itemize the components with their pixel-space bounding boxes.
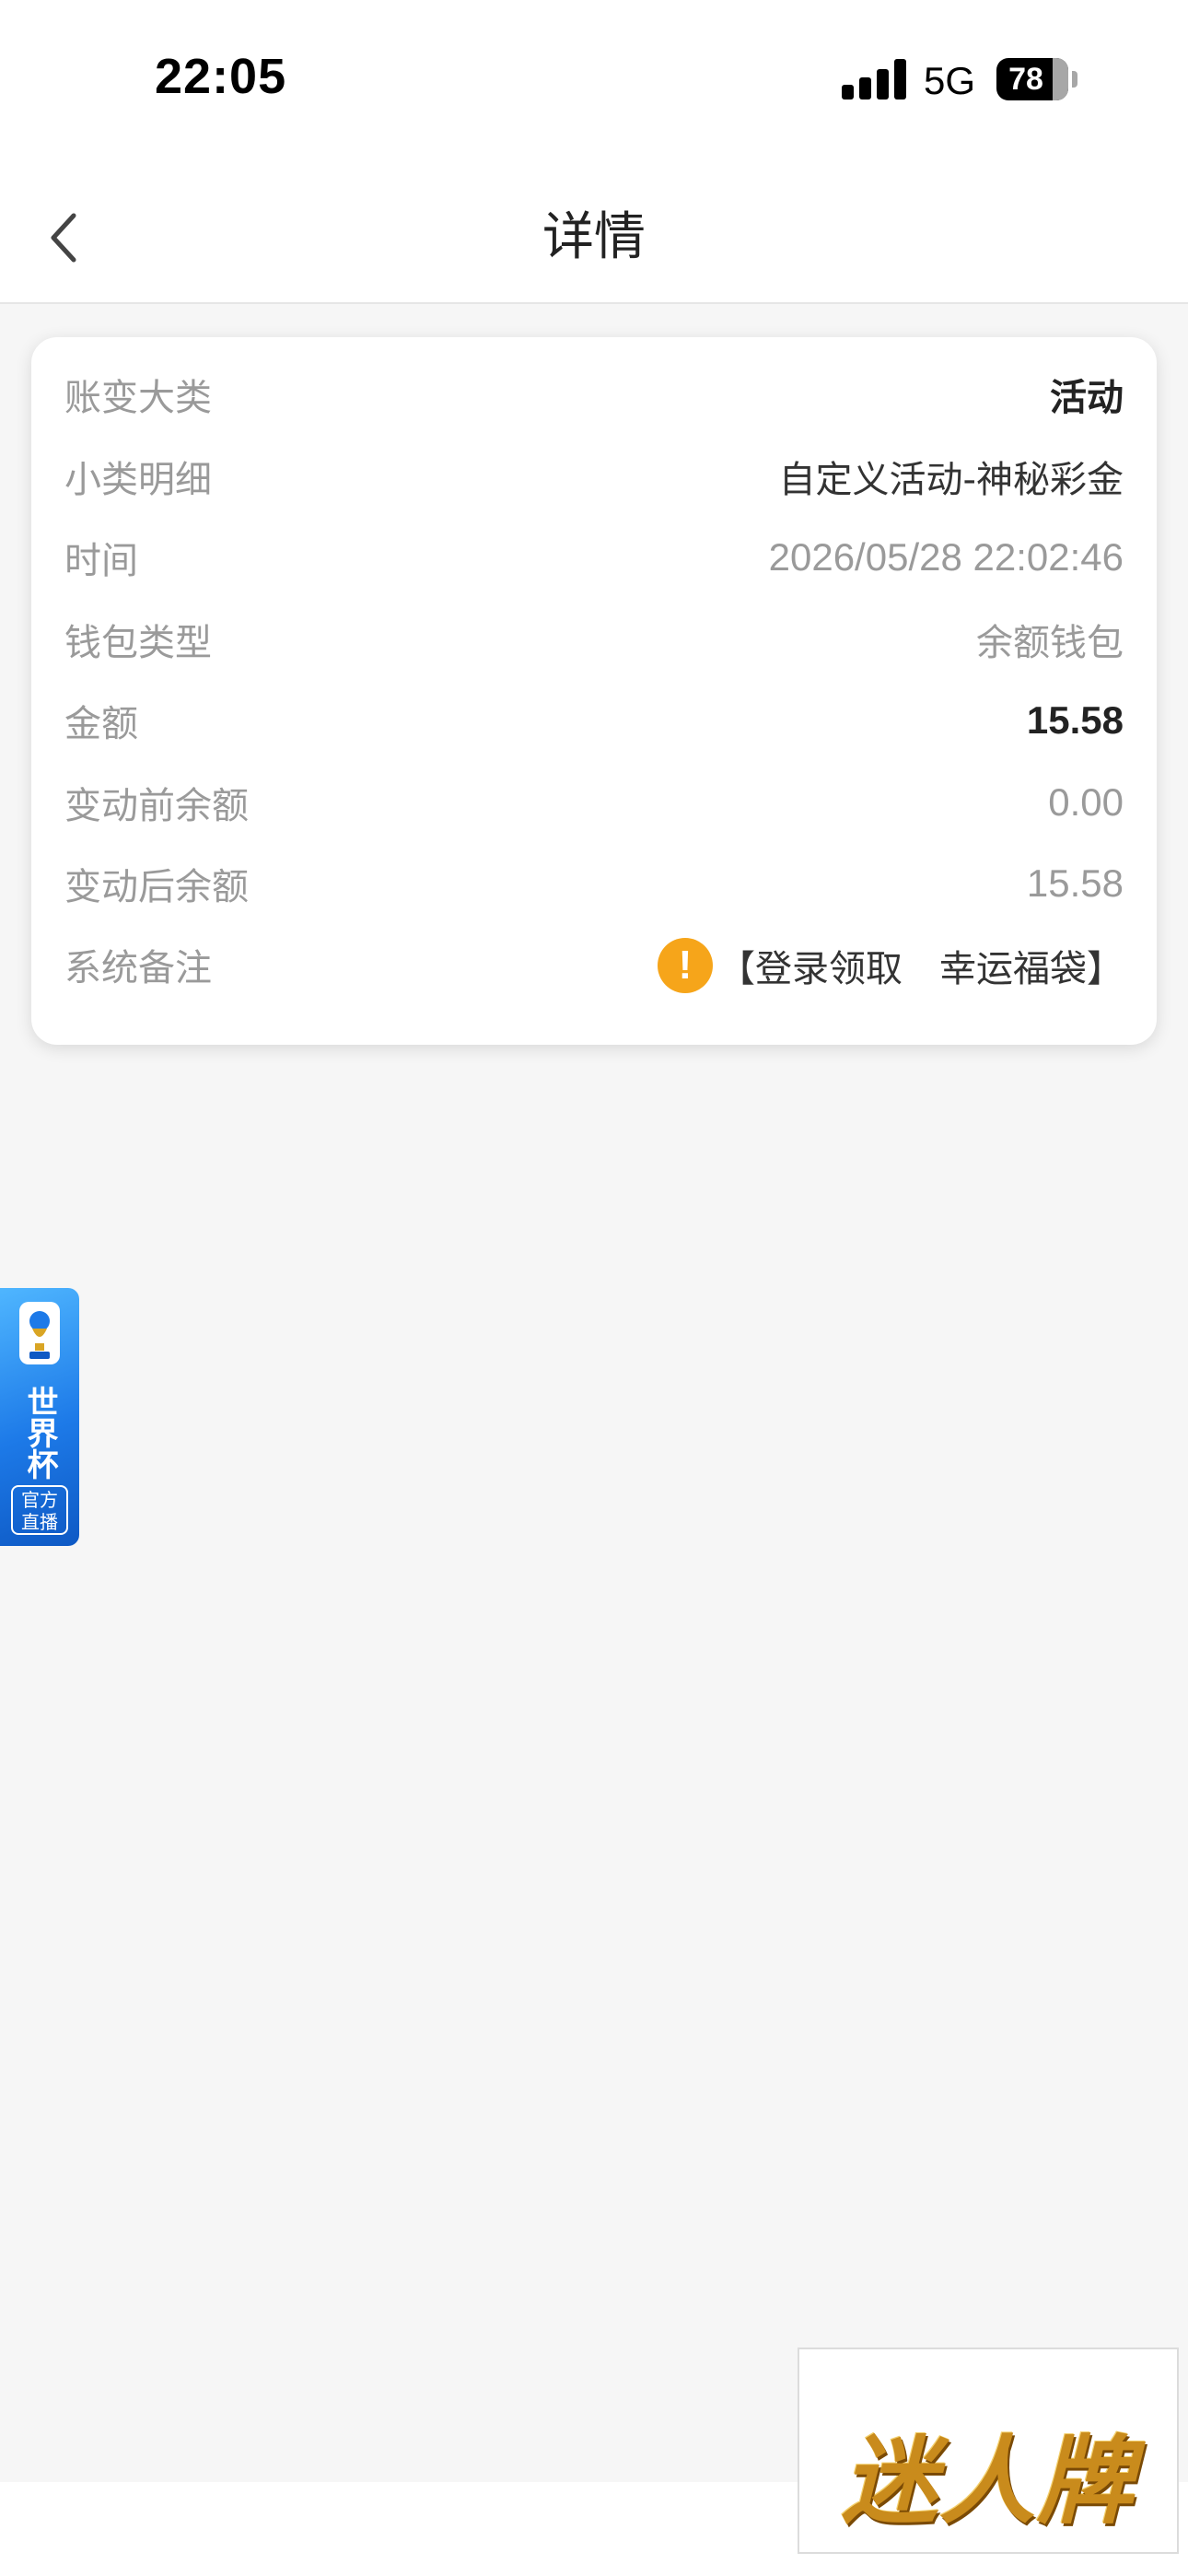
warning-icon[interactable]: !	[658, 938, 713, 993]
detail-row-wallet-type: 钱包类型 余额钱包	[64, 612, 1124, 667]
nav-bar: 详情	[0, 166, 1188, 304]
row-value: 余额钱包	[976, 622, 1124, 664]
page-title: 详情	[542, 207, 646, 267]
detail-card: 账变大类 活动 小类明细 自定义活动-神秘彩金 时间 2026/05/28 22…	[31, 337, 1157, 1045]
detail-row-balance-after: 变动后余额 15.58	[64, 856, 1124, 911]
row-value: 自定义活动-神秘彩金	[778, 459, 1124, 501]
live-badge: 官方直播	[11, 1485, 68, 1535]
brand-logo-box[interactable]: 迷人牌	[798, 2348, 1179, 2554]
detail-row-subcategory: 小类明细 自定义活动-神秘彩金	[64, 449, 1124, 504]
row-value: 15.58	[1026, 861, 1124, 905]
row-label: 系统备注	[64, 947, 212, 989]
world-cup-title: 世界杯	[21, 1386, 58, 1480]
detail-row-amount: 金额 15.58	[64, 693, 1124, 748]
status-bar: 22:05 5G 78	[0, 0, 1188, 166]
row-label: 账变大类	[64, 377, 212, 419]
battery-cap	[1072, 71, 1077, 88]
brand-logo: 迷人牌	[841, 2425, 1135, 2537]
row-label: 变动前余额	[64, 785, 249, 827]
row-label: 时间	[64, 540, 138, 582]
world-cup-live-tab[interactable]: 世界杯 官方直播	[0, 1288, 79, 1546]
row-value: 2026/05/28 22:02:46	[768, 535, 1124, 579]
cellular-signal-icon	[842, 59, 906, 100]
row-label: 变动后余额	[64, 866, 249, 908]
row-label: 金额	[64, 703, 138, 745]
row-value: 0.00	[1048, 780, 1124, 824]
detail-row-category: 账变大类 活动	[64, 367, 1124, 422]
detail-row-time: 时间 2026/05/28 22:02:46	[64, 530, 1124, 585]
network-type: 5G	[924, 59, 976, 102]
battery-icon: 78	[996, 58, 1068, 100]
note-value: ! 【登录领取 幸运福袋】	[658, 938, 1124, 993]
status-time: 22:05	[155, 49, 287, 104]
row-label: 小类明细	[64, 459, 212, 501]
row-value: 15.58	[1026, 698, 1124, 742]
note-text: 【登录领取 幸运福袋】	[718, 948, 1124, 990]
battery-percent: 78	[1008, 62, 1043, 97]
detail-row-system-note: 系统备注 ! 【登录领取 幸运福袋】	[64, 938, 1124, 999]
trophy-icon	[19, 1302, 60, 1364]
row-value: 活动	[1050, 377, 1124, 419]
row-label: 钱包类型	[64, 622, 212, 664]
detail-row-balance-before: 变动前余额 0.00	[64, 775, 1124, 830]
